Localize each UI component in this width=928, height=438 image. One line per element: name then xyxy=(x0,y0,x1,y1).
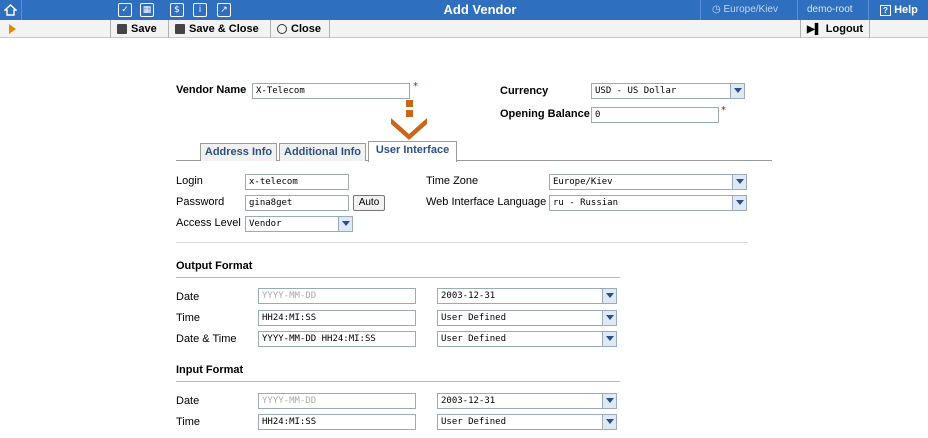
home-icon[interactable] xyxy=(0,0,22,20)
web-language-value: ru - Russian xyxy=(553,198,619,208)
login-input[interactable]: x-telecom xyxy=(245,174,349,190)
output-time-select-value: User Defined xyxy=(441,313,507,323)
access-level-label: Access Level xyxy=(176,217,241,229)
opening-balance-label: Opening Balance xyxy=(500,108,590,120)
close-button[interactable]: Close xyxy=(270,20,330,38)
input-time-input[interactable]: HH24:MI:SS xyxy=(258,414,416,430)
opening-balance-input[interactable]: 0 xyxy=(591,107,719,123)
clock-icon: ◷ xyxy=(712,4,721,15)
currency-value: USD - US Dollar xyxy=(595,86,677,96)
chevron-down-icon xyxy=(602,394,616,408)
output-datetime-select[interactable]: User Defined xyxy=(437,331,617,347)
input-time-select-value: User Defined xyxy=(441,417,507,427)
currency-label: Currency xyxy=(500,85,549,97)
toolbar: Save Save & Close Close ▶▌ Logout xyxy=(0,20,928,58)
divider xyxy=(176,381,620,382)
chevron-down-icon xyxy=(602,415,616,429)
help-icon: ? xyxy=(880,5,891,16)
tab-address-info[interactable]: Address Info xyxy=(200,143,277,161)
help-link[interactable]: ? Help xyxy=(880,0,918,20)
login-label: Login xyxy=(176,175,203,187)
floppy-icon xyxy=(117,24,127,34)
required-mark: * xyxy=(721,105,726,116)
output-date-select-value: 2003-12-31 xyxy=(441,291,496,301)
auto-button[interactable]: Auto xyxy=(353,195,385,211)
timezone-indicator[interactable]: ◷ Europe/Kiev xyxy=(712,0,778,20)
save-close-label: Save & Close xyxy=(189,23,259,35)
output-format-title: Output Format xyxy=(176,260,253,272)
logout-button[interactable]: ▶▌ Logout xyxy=(800,20,870,38)
password-input[interactable]: gina8get xyxy=(245,195,349,211)
timezone-select[interactable]: Europe/Kiev xyxy=(549,174,747,190)
input-time-label: Time xyxy=(176,416,201,428)
info-icon[interactable]: i xyxy=(193,3,207,17)
web-language-select[interactable]: ru - Russian xyxy=(549,195,747,211)
output-date-input[interactable]: YYYY-MM-DD xyxy=(258,288,416,304)
output-time-select[interactable]: User Defined xyxy=(437,310,617,326)
chevron-down-icon xyxy=(602,332,616,346)
timezone-label: Europe/Kiev xyxy=(723,4,778,15)
chevron-down-icon xyxy=(602,289,616,303)
access-level-value: Vendor xyxy=(249,219,282,229)
access-level-select[interactable]: Vendor xyxy=(245,216,353,232)
required-mark: * xyxy=(413,81,418,92)
currency-select[interactable]: USD - US Dollar xyxy=(591,83,745,99)
output-time-input[interactable]: HH24:MI:SS xyxy=(258,310,416,326)
output-datetime-select-value: User Defined xyxy=(441,334,507,344)
timezone-value: Europe/Kiev xyxy=(553,177,613,187)
chevron-down-icon xyxy=(732,196,746,210)
chevron-down-icon xyxy=(732,175,746,189)
input-format-title: Input Format xyxy=(176,364,244,376)
output-datetime-label: Date & Time xyxy=(176,333,237,345)
output-date-select[interactable]: 2003-12-31 xyxy=(437,288,617,304)
checkbox-icon[interactable]: ✓ xyxy=(118,3,132,17)
web-language-label: Web Interface Language xyxy=(426,196,547,208)
pointer-arrow-icon xyxy=(391,100,427,140)
close-label: Close xyxy=(291,23,321,35)
user-name[interactable]: demo-root xyxy=(807,0,853,20)
divider xyxy=(176,277,620,278)
floppy-icon xyxy=(175,24,185,34)
top-bar: ✓ ▦ $ i ↗ Add Vendor ◷ Europe/Kiev demo-… xyxy=(0,0,928,20)
output-date-label: Date xyxy=(176,291,200,303)
help-label: Help xyxy=(894,4,918,16)
input-time-select[interactable]: User Defined xyxy=(437,414,617,430)
password-label: Password xyxy=(176,196,225,208)
output-time-label: Time xyxy=(176,312,201,324)
output-datetime-input[interactable]: YYYY-MM-DD HH24:MI:SS xyxy=(258,331,416,347)
input-date-select[interactable]: 2003-12-31 xyxy=(437,393,617,409)
input-date-label: Date xyxy=(176,395,200,407)
tab-additional-info[interactable]: Additional Info xyxy=(279,143,366,161)
timezone-label: Time Zone xyxy=(426,175,479,187)
tab-user-interface[interactable]: User Interface xyxy=(368,141,457,162)
page-title: Add Vendor xyxy=(443,2,517,17)
vendor-name-label: Vendor Name xyxy=(176,84,247,96)
input-date-input[interactable]: YYYY-MM-DD xyxy=(258,393,416,409)
chevron-down-icon xyxy=(338,217,352,231)
save-button[interactable]: Save xyxy=(110,20,164,38)
logout-icon: ▶▌ xyxy=(807,23,822,35)
chevron-down-icon xyxy=(730,84,744,98)
input-date-select-value: 2003-12-31 xyxy=(441,396,496,406)
save-close-button[interactable]: Save & Close xyxy=(168,20,266,38)
save-label: Save xyxy=(131,23,157,35)
logout-label: Logout xyxy=(825,23,864,35)
menu-arrow-icon[interactable] xyxy=(9,24,16,34)
close-icon xyxy=(277,24,287,34)
divider xyxy=(176,242,748,243)
grid-icon[interactable]: ▦ xyxy=(140,3,154,17)
dollar-icon[interactable]: $ xyxy=(170,3,184,17)
chart-icon[interactable]: ↗ xyxy=(217,3,231,17)
chevron-down-icon xyxy=(602,311,616,325)
